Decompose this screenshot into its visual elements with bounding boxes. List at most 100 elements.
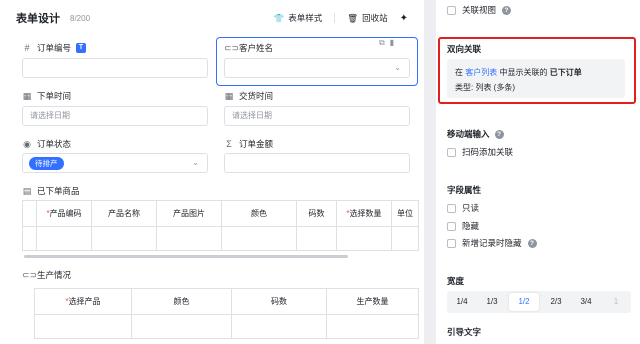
page-title: 表单设计 [16, 13, 60, 25]
table-header-cell: 颜色 [131, 288, 232, 315]
table-header-cell: 产品名称 [91, 200, 157, 227]
bidirectional-title: 双向关联 [447, 43, 481, 55]
related-view-label: 关联视图 [462, 5, 497, 15]
field-status[interactable]: ◉ 订单状态 [22, 138, 71, 150]
table-cell[interactable] [221, 226, 297, 251]
table-cell[interactable] [131, 314, 232, 339]
customer-select[interactable]: ⌄ [224, 58, 410, 78]
amount-input[interactable] [224, 153, 410, 173]
table-cell[interactable] [156, 226, 222, 251]
checkbox[interactable] [447, 221, 456, 231]
field-amount[interactable]: Σ 订单金额 [224, 138, 273, 150]
width-option[interactable]: 1/3 [477, 291, 507, 313]
table-header-cell: *产品编码 [36, 200, 92, 227]
guide-text-title-text: 引导文字 [447, 327, 482, 337]
checkbox[interactable] [447, 147, 456, 157]
recycle-bin-label: 回收站 [362, 13, 388, 23]
table-cell[interactable] [91, 226, 157, 251]
field-order-no[interactable]: # 订单编号 T [22, 42, 87, 54]
column-label: 码数 [271, 297, 287, 306]
table-cell[interactable] [391, 226, 419, 251]
form-style-button[interactable]: 👕 表单样式 [274, 12, 323, 24]
bidirectional-title-text: 双向关联 [447, 44, 482, 54]
help-icon[interactable]: ? [502, 5, 512, 15]
help-icon[interactable]: ? [527, 238, 537, 248]
field-props-title-text: 字段属性 [447, 185, 482, 195]
hash-icon: # [24, 43, 30, 53]
width-option[interactable]: 3/4 [571, 291, 601, 313]
form-designer: 表单设计 8/200 👕 表单样式 🗑 回收站 ✦ # 订单编号 T ⊂⊃ 客户… [0, 0, 640, 344]
shirt-icon: 👕 [273, 12, 285, 23]
customer-list-link[interactable]: 客户列表 [465, 68, 497, 77]
form-canvas: 表单设计 8/200 👕 表单样式 🗑 回收站 ✦ # 订单编号 T ⊂⊃ 客户… [0, 0, 424, 344]
chevron-down-icon: ⌄ [394, 63, 401, 72]
order-no-label: 订单编号 [37, 43, 72, 53]
magic-wand-icon[interactable]: ✦ [400, 13, 408, 24]
table-header-cell [22, 200, 37, 227]
field-props-title: 字段属性 [447, 184, 481, 196]
related-view-option[interactable]: 关联视图 ? [447, 4, 512, 16]
text-type-badge: T [76, 43, 87, 53]
column-label: 产品名称 [108, 209, 140, 218]
column-label: 码数 [308, 209, 325, 218]
table-cell[interactable] [296, 226, 337, 251]
column-label: 产品图片 [173, 209, 205, 218]
status-select[interactable]: 待排产 ⌄ [22, 153, 208, 173]
field-production[interactable]: ⊂⊃ 生产情况 [22, 269, 71, 281]
table-cell[interactable] [34, 314, 132, 339]
guide-text-title: 引导文字 [447, 326, 481, 338]
scan-to-add-option[interactable]: 扫码添加关联 [447, 146, 513, 158]
help-icon[interactable]: ? [494, 129, 504, 139]
checkbox[interactable] [447, 238, 456, 248]
width-selector: 1/4 1/3 1/2 2/3 3/4 1 [447, 291, 631, 313]
field-deal-time[interactable]: ▦ 交货时间 [224, 90, 273, 102]
deal-time-input[interactable]: 请选择日期 [224, 106, 410, 126]
hidden-option[interactable]: 隐藏 [447, 220, 479, 232]
scan-to-add-label: 扫码添加关联 [462, 147, 514, 157]
table-cell[interactable] [231, 314, 327, 339]
link-icon: ⊂⊃ [224, 42, 240, 53]
column-label: 选择数量 [349, 209, 382, 218]
order-no-input[interactable] [22, 58, 208, 78]
delete-icon[interactable]: ▮ [390, 38, 394, 48]
recycle-bin-button[interactable]: 🗑 回收站 [347, 12, 387, 24]
field-order-time[interactable]: ▦ 下单时间 [22, 90, 71, 102]
width-option[interactable]: 1 [601, 291, 631, 313]
field-label-amount: Σ 订单金额 [224, 138, 273, 150]
toolbar: 👕 表单样式 🗑 回收站 ✦ [274, 12, 408, 24]
field-customer[interactable]: ⊂⊃ 客户姓名 [224, 42, 273, 54]
line-bold: 已下订单 [549, 68, 582, 77]
table-header-cell: 码数 [231, 288, 327, 315]
table-cell[interactable] [36, 226, 92, 251]
width-title-text: 宽度 [447, 276, 465, 286]
checkbox[interactable] [447, 203, 456, 213]
table-cell[interactable] [336, 226, 392, 251]
form-style-label: 表单样式 [288, 13, 323, 23]
width-option[interactable]: 1/4 [447, 291, 477, 313]
width-option[interactable]: 1/2 [509, 293, 539, 311]
field-ordered-products[interactable]: ▤ 已下单商品 [22, 185, 80, 197]
hidden-label: 隐藏 [462, 221, 480, 231]
column-label: 单位 [397, 209, 413, 218]
amount-label: 订单金额 [239, 139, 274, 149]
copy-icon[interactable]: ⧉ [379, 38, 385, 48]
hide-on-new-label: 新增记录时隐藏 [462, 238, 522, 248]
order-time-input[interactable]: 请选择日期 [22, 106, 208, 126]
horizontal-scrollbar[interactable] [24, 255, 348, 258]
table-header-cell: 产品图片 [156, 200, 222, 227]
line-middle: 中显示关联的 [499, 68, 548, 77]
field-label-status: ◉ 订单状态 [22, 138, 71, 150]
table-cell[interactable] [326, 314, 419, 339]
chevron-down-icon: ⌄ [192, 158, 199, 167]
bidirectional-info: 在 客户列表 中显示关联的 已下订单 类型: 列表 (多条) [447, 59, 625, 98]
table-row [22, 226, 419, 251]
hide-on-new-option[interactable]: 新增记录时隐藏 ? [447, 237, 537, 249]
width-option[interactable]: 2/3 [541, 291, 571, 313]
checkbox[interactable] [447, 5, 456, 15]
readonly-option[interactable]: 只读 [447, 202, 479, 214]
bidirectional-line: 在 客户列表 中显示关联的 已下订单 [455, 65, 617, 80]
field-label-order-time: ▦ 下单时间 [22, 90, 71, 102]
column-label: 选择产品 [68, 297, 101, 306]
table-header-row: *选择产品 颜色 码数 生产数量 [34, 288, 419, 315]
table-header-cell: 生产数量 [326, 288, 419, 315]
